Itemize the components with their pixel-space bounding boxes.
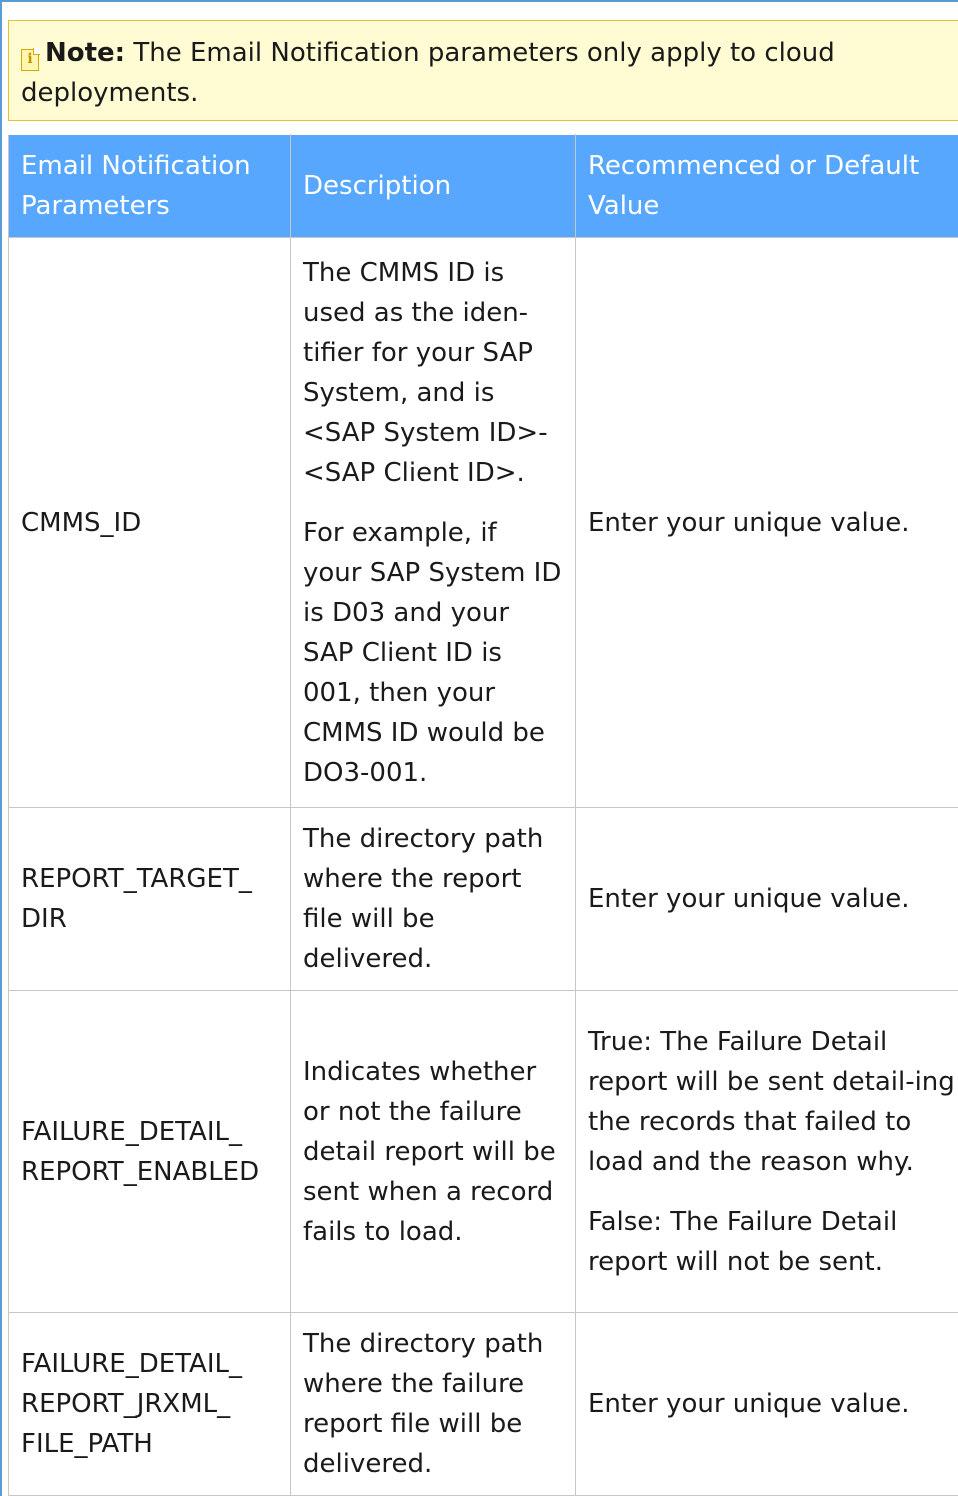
parameter-description: The directory path where the report file… xyxy=(290,807,576,991)
parameter-description: Indicates whether or not the failure det… xyxy=(290,990,576,1313)
value-paragraph: Enter your unique value. xyxy=(588,507,910,538)
parameter-description: The directory path where the failure rep… xyxy=(290,1312,576,1496)
table-header-row: Email Notification Parameters Descriptio… xyxy=(8,134,958,238)
description-paragraph: For example, if your SAP System ID is D0… xyxy=(303,517,562,788)
parameter-description: The CMMS ID is used as the iden-tifier f… xyxy=(290,237,576,808)
value-paragraph: Enter your unique value. xyxy=(588,884,910,914)
table-row: FAILURE_DETAIL_ REPORT_ENABLED Indicates… xyxy=(8,990,958,1313)
table-row: REPORT_TARGET_ DIR The directory path wh… xyxy=(8,807,958,991)
value-paragraph: False: The Failure Detail report will no… xyxy=(588,1206,898,1277)
parameter-value: Enter your unique value. xyxy=(575,807,958,991)
value-paragraph: True: The Failure Detail report will be … xyxy=(588,1026,955,1177)
parameter-value: Enter your unique value. xyxy=(575,237,958,808)
note-text: The Email Notification parameters only a… xyxy=(21,38,835,108)
column-header-description: Description xyxy=(290,134,576,238)
info-note-icon: i xyxy=(21,48,40,71)
parameter-value: True: The Failure Detail report will be … xyxy=(575,990,958,1313)
parameter-name: REPORT_TARGET_ DIR xyxy=(8,807,291,991)
table-row: FAILURE_DETAIL_ REPORT_JRXML_ FILE_PATH … xyxy=(8,1312,958,1496)
parameter-name: FAILURE_DETAIL_ REPORT_ENABLED xyxy=(8,990,291,1313)
parameter-name: CMMS_ID xyxy=(8,237,291,808)
description-paragraph: The CMMS ID is used as the iden-tifier f… xyxy=(303,257,548,488)
parameter-name: FAILURE_DETAIL_ REPORT_JRXML_ FILE_PATH xyxy=(8,1312,291,1496)
description-paragraph: Indicates whether or not the failure det… xyxy=(303,1056,556,1247)
parameter-value: Enter your unique value. xyxy=(575,1312,958,1496)
description-paragraph: The directory path where the failure rep… xyxy=(303,1329,544,1479)
column-header-value: Recommenced or Default Value xyxy=(575,134,958,238)
parameters-table: Email Notification Parameters Descriptio… xyxy=(8,134,958,1496)
note-label: Note: xyxy=(45,38,126,68)
description-paragraph: The directory path where the report file… xyxy=(303,824,544,974)
note-box: i Note: The Email Notification parameters… xyxy=(8,20,958,121)
column-header-parameters: Email Notification Parameters xyxy=(8,134,291,238)
table-row: CMMS_ID The CMMS ID is used as the iden-… xyxy=(8,237,958,808)
value-paragraph: Enter your unique value. xyxy=(588,1389,910,1419)
